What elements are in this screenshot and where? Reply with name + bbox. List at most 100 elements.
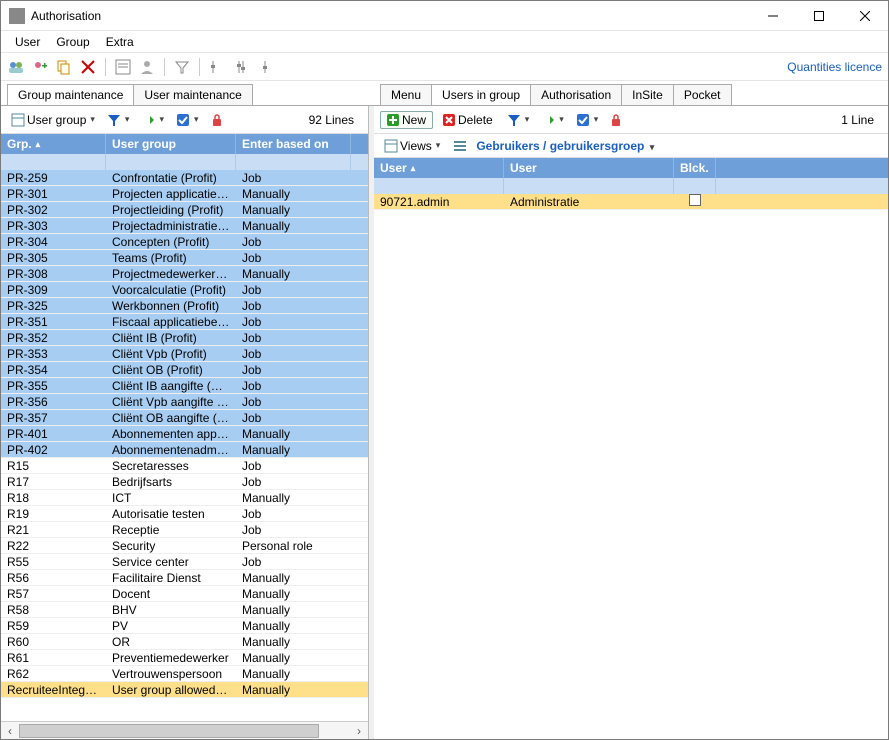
table-row[interactable]: PR-357Cliënt OB aangifte (ProfitJob — [1, 410, 368, 426]
table-row[interactable]: PR-354Cliënt OB (Profit)Job — [1, 362, 368, 378]
user-add-icon[interactable] — [31, 58, 49, 76]
slider2-icon[interactable] — [232, 58, 250, 76]
table-row[interactable]: PR-325Werkbonnen (Profit)Job — [1, 298, 368, 314]
table-row[interactable]: PR-356Cliënt Vpb aangifte (ProfJob — [1, 394, 368, 410]
scroll-track[interactable] — [19, 723, 350, 739]
list-icon — [453, 139, 467, 153]
close-button[interactable] — [842, 1, 888, 31]
table-row[interactable]: R21ReceptieJob — [1, 522, 368, 538]
tab-pocket[interactable]: Pocket — [673, 84, 732, 105]
table-row[interactable]: PR-304Concepten (Profit)Job — [1, 234, 368, 250]
checkbox-icon[interactable] — [689, 194, 701, 206]
table-row[interactable]: PR-302Projectleiding (Profit)Manually — [1, 202, 368, 218]
cell-enter-based-on: Job — [236, 315, 351, 329]
col-enter-based-on[interactable]: Enter based on — [236, 134, 351, 154]
views-list-icon[interactable] — [450, 136, 470, 156]
slider-icon[interactable] — [208, 58, 226, 76]
filter-dropdown[interactable]: ▾ — [103, 110, 134, 130]
delete-button[interactable]: Delete — [437, 112, 499, 128]
tab-authorisation[interactable]: Authorisation — [530, 84, 622, 105]
plus-icon — [387, 114, 399, 126]
check-dropdown[interactable]: ▾ — [572, 110, 603, 130]
scroll-thumb[interactable] — [19, 724, 319, 738]
cell-user-group: BHV — [106, 603, 236, 617]
table-row[interactable]: PR-351Fiscaal applicatiebeheerJob — [1, 314, 368, 330]
menu-user[interactable]: User — [7, 33, 48, 51]
col-grp[interactable]: Grp.▴ — [1, 134, 106, 154]
filter-dropdown[interactable]: ▾ — [503, 110, 534, 130]
table-row[interactable]: R17BedrijfsartsJob — [1, 474, 368, 490]
col-blocked[interactable]: Blck. — [674, 158, 716, 178]
main-toolbar: Quantities licence — [1, 53, 888, 81]
table-row[interactable]: R56Facilitaire DienstManually — [1, 570, 368, 586]
tab-insite[interactable]: InSite — [621, 84, 674, 105]
slider3-icon[interactable] — [256, 58, 274, 76]
cell-grp: R19 — [1, 507, 106, 521]
maximize-button[interactable] — [796, 1, 842, 31]
person-icon[interactable] — [138, 58, 156, 76]
table-row[interactable]: PR-301Projecten applicatiebeheManually — [1, 186, 368, 202]
left-filter-row[interactable] — [1, 154, 368, 170]
table-row[interactable]: R60ORManually — [1, 634, 368, 650]
table-row[interactable]: PR-352Cliënt IB (Profit)Job — [1, 330, 368, 346]
table-row[interactable]: PR-303Projectadministratie (ProfManually — [1, 218, 368, 234]
table-row[interactable]: PR-401Abonnementen applicatiManually — [1, 426, 368, 442]
minimize-button[interactable] — [750, 1, 796, 31]
quantities-licence-link[interactable]: Quantities licence — [787, 60, 882, 74]
left-grid[interactable]: Grp.▴ User group Enter based on PR-259Co… — [1, 134, 368, 721]
views-dropdown[interactable]: Views ▾ — [380, 136, 444, 156]
menu-extra[interactable]: Extra — [98, 33, 142, 51]
cell-user-group: Confrontatie (Profit) — [106, 171, 236, 185]
right-grid[interactable]: User▴ User Blck. 90721.adminAdministrati… — [374, 158, 888, 739]
scroll-right-button[interactable]: › — [350, 723, 368, 739]
cell-user-group: Security — [106, 539, 236, 553]
tab-group-maintenance[interactable]: Group maintenance — [7, 84, 134, 105]
cell-grp: R59 — [1, 619, 106, 633]
go-dropdown[interactable]: ▾ — [137, 110, 168, 130]
copy-icon[interactable] — [55, 58, 73, 76]
table-row[interactable]: R61PreventiemedewerkerManually — [1, 650, 368, 666]
user-group-dropdown[interactable]: User group ▾ — [7, 110, 99, 130]
menu-group[interactable]: Group — [48, 33, 97, 51]
filter-icon[interactable] — [173, 58, 191, 76]
cell-grp: PR-309 — [1, 283, 106, 297]
lock-button[interactable] — [606, 110, 626, 130]
new-button[interactable]: New — [380, 111, 433, 129]
go-dropdown[interactable]: ▾ — [537, 110, 568, 130]
check-dropdown[interactable]: ▾ — [172, 110, 203, 130]
col-user-group[interactable]: User group — [106, 134, 236, 154]
cell-blocked[interactable] — [674, 194, 716, 209]
tab-menu[interactable]: Menu — [380, 84, 432, 105]
scroll-left-button[interactable]: ‹ — [1, 723, 19, 739]
table-row[interactable]: R59PVManually — [1, 618, 368, 634]
table-row[interactable]: R55Service centerJob — [1, 554, 368, 570]
table-row[interactable]: 90721.adminAdministratie — [374, 194, 888, 210]
col-user[interactable]: User▴ — [374, 158, 504, 178]
table-row[interactable]: PR-355Cliënt IB aangifte (Profit)Job — [1, 378, 368, 394]
left-horizontal-scrollbar[interactable]: ‹ › — [1, 721, 368, 739]
table-row[interactable]: R22SecurityPersonal role — [1, 538, 368, 554]
table-row[interactable]: R58BHVManually — [1, 602, 368, 618]
check-icon — [176, 113, 190, 127]
table-row[interactable]: R15SecretaressesJob — [1, 458, 368, 474]
table-row[interactable]: PR-353Cliënt Vpb (Profit)Job — [1, 346, 368, 362]
users-icon[interactable] — [7, 58, 25, 76]
table-row[interactable]: PR-309Voorcalculatie (Profit)Job — [1, 282, 368, 298]
table-row[interactable]: PR-259Confrontatie (Profit)Job — [1, 170, 368, 186]
table-row[interactable]: PR-305Teams (Profit)Job — [1, 250, 368, 266]
right-filter-row[interactable] — [374, 178, 888, 194]
lock-button[interactable] — [207, 110, 227, 130]
table-row[interactable]: PR-402AbonnementenadministrManually — [1, 442, 368, 458]
table-row[interactable]: R18ICTManually — [1, 490, 368, 506]
table-row[interactable]: RecruiteeIntegrationUser group allowed t… — [1, 682, 368, 698]
view-path[interactable]: Gebruikers / gebruikersgroep ▾ — [476, 139, 654, 153]
col-user-name[interactable]: User — [504, 158, 674, 178]
table-row[interactable]: R19Autorisatie testenJob — [1, 506, 368, 522]
table-row[interactable]: R62VertrouwenspersoonManually — [1, 666, 368, 682]
table-row[interactable]: PR-308Projectmedewerker (ProfManually — [1, 266, 368, 282]
table-row[interactable]: R57DocentManually — [1, 586, 368, 602]
form-icon[interactable] — [114, 58, 132, 76]
tab-user-maintenance[interactable]: User maintenance — [133, 84, 252, 105]
tab-users-in-group[interactable]: Users in group — [431, 84, 531, 105]
delete-icon[interactable] — [79, 58, 97, 76]
